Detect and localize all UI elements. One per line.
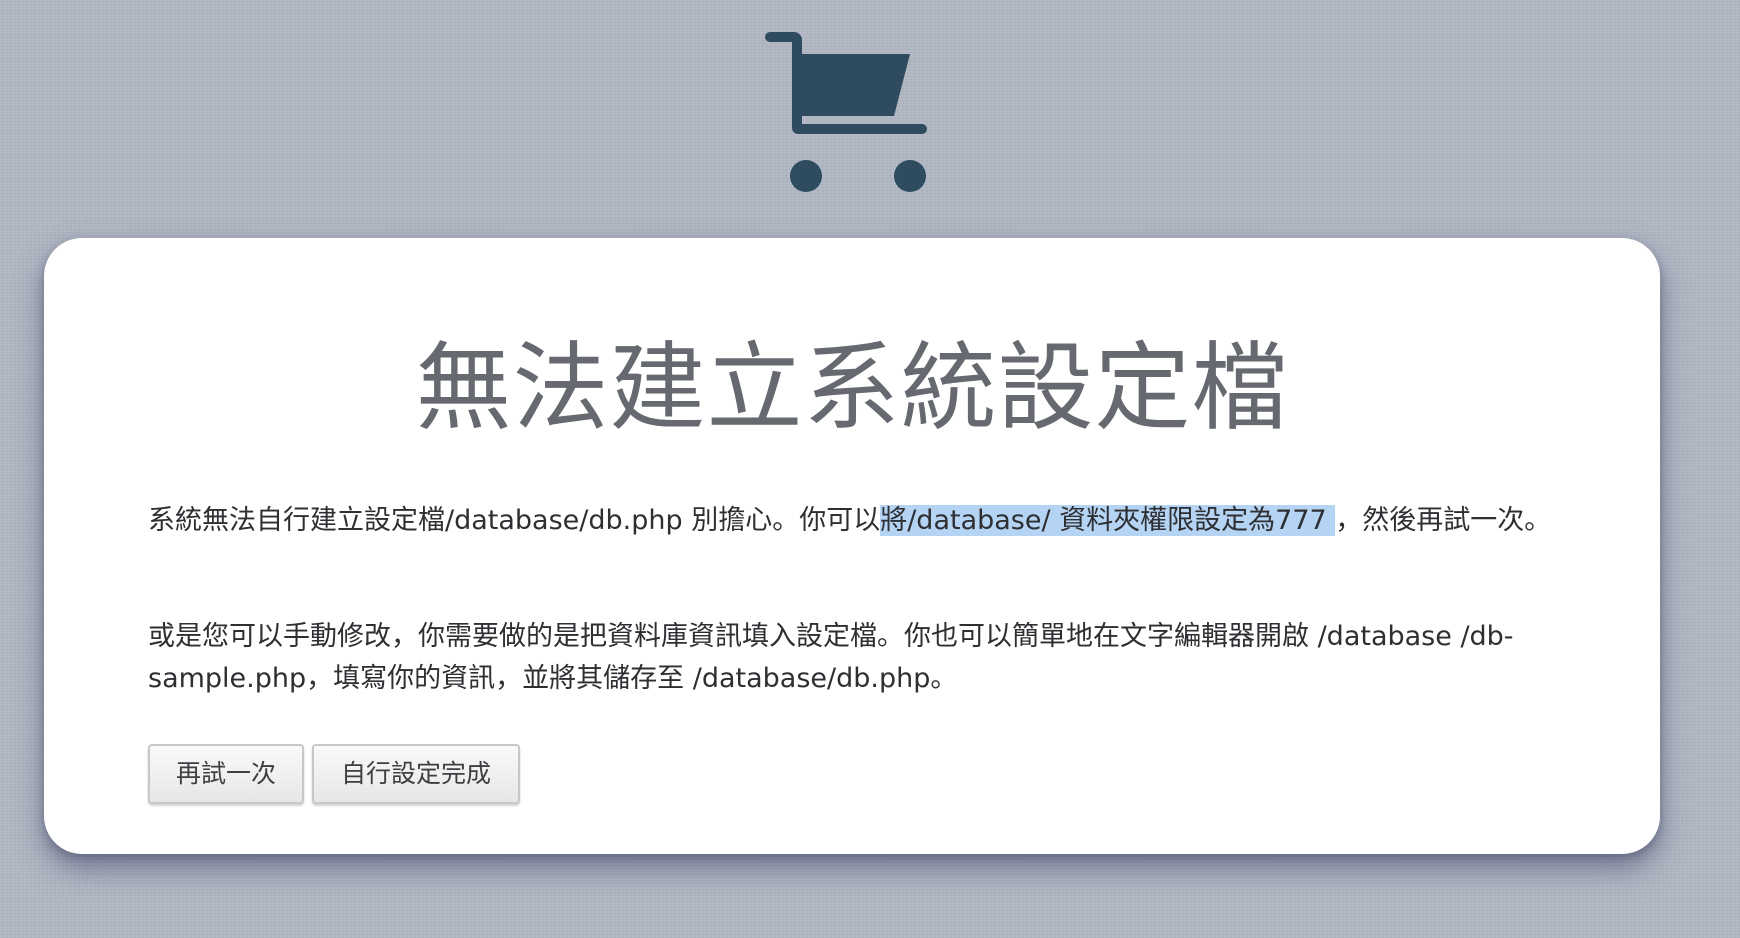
message-text-end: ，然後再試一次。 — [1335, 505, 1552, 536]
error-card: 無法建立系統設定檔 系統無法自行建立設定檔/database/db.php 別擔… — [44, 238, 1660, 854]
error-message: 系統無法自行建立設定檔/database/db.php 別擔心。你可以將/dat… — [148, 500, 1613, 542]
manual-instructions: 或是您可以手動修改，你需要做的是把資料庫資訊填入設定檔。你也可以簡單地在文字編輯… — [148, 621, 1514, 694]
shopping-cart-icon — [765, 32, 927, 192]
page-title: 無法建立系統設定檔 — [415, 332, 1289, 444]
selected-text: 將/database/ 資料夾權限設定為777 — [880, 505, 1336, 536]
retry-button[interactable]: 再試一次 — [148, 744, 304, 804]
message-text: 系統無法自行建立設定檔/database/db.php 別擔心。你可以 — [148, 505, 881, 536]
manual-setup-done-button[interactable]: 自行設定完成 — [312, 744, 520, 804]
